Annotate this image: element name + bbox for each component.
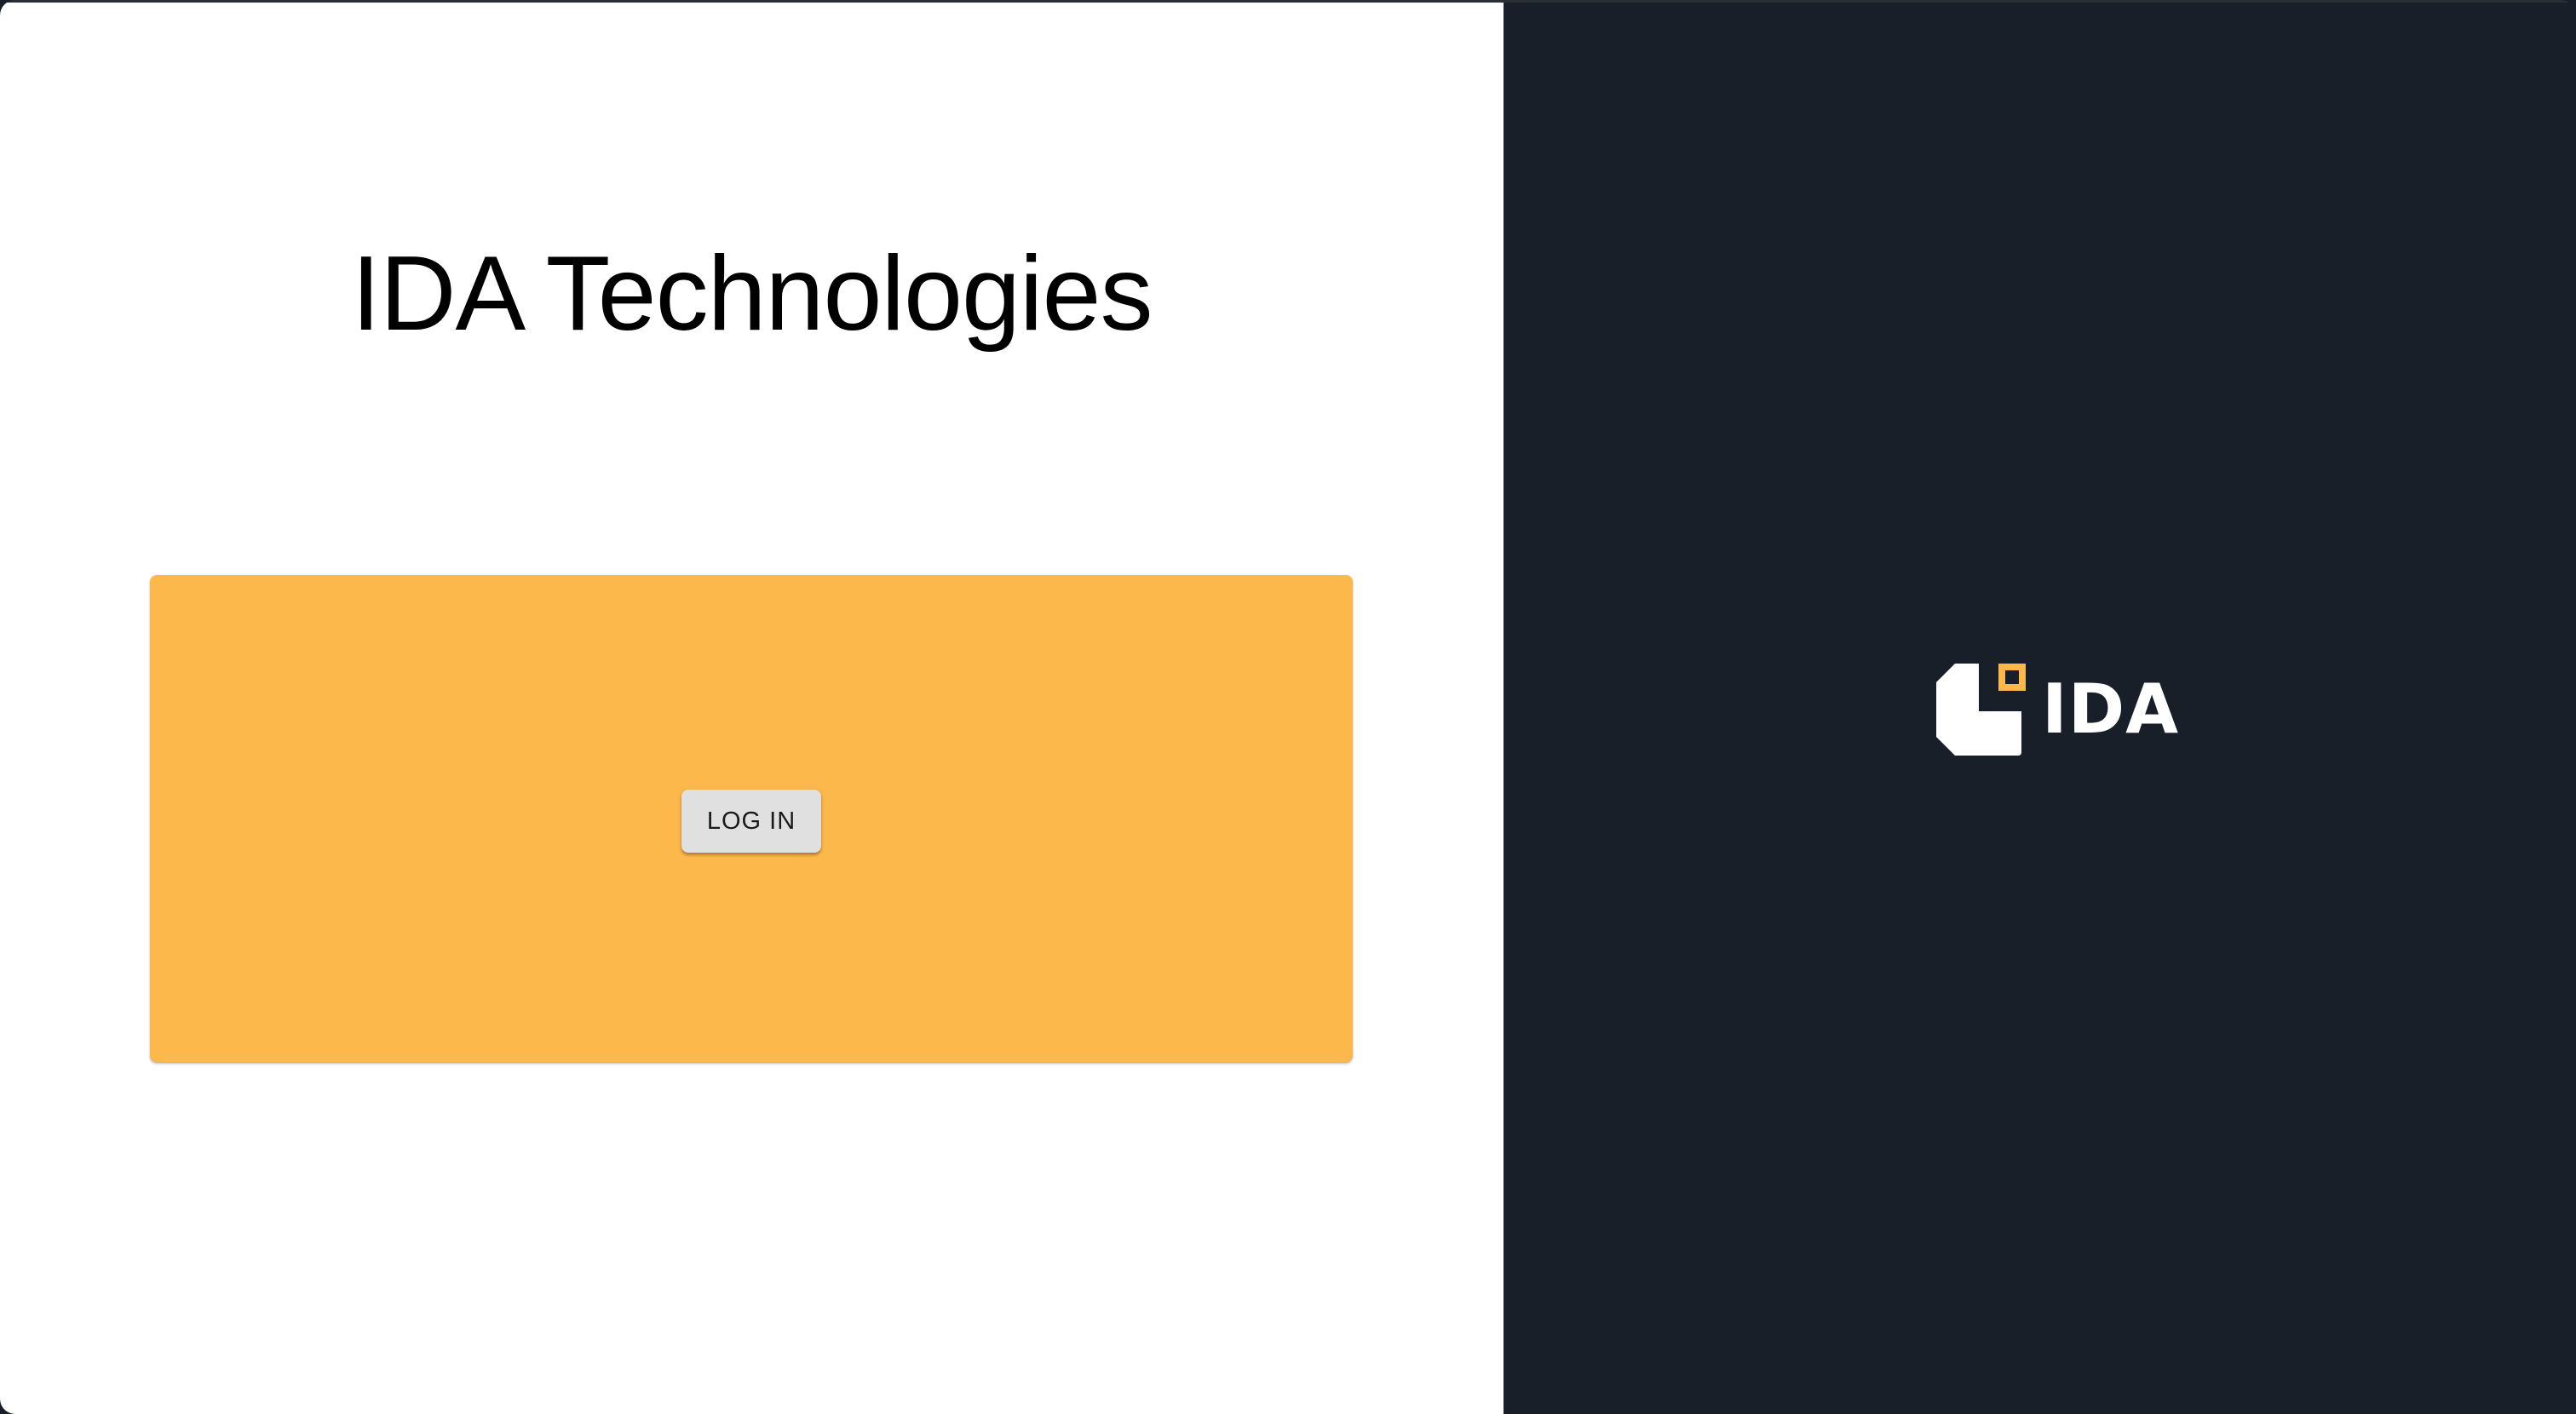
- login-panel: IDA Technologies LOG IN: [0, 3, 1504, 1414]
- ida-logo-icon: [1936, 664, 2026, 756]
- login-card: LOG IN: [150, 575, 1353, 1062]
- login-button[interactable]: LOG IN: [681, 790, 821, 853]
- brand-panel: IDA: [1504, 3, 2576, 1414]
- page-title: IDA Technologies: [351, 235, 1153, 353]
- app-window: IDA Technologies LOG IN IDA: [0, 0, 2576, 1414]
- ida-logo: IDA: [1936, 664, 2178, 757]
- logo-text: IDA: [2042, 670, 2180, 749]
